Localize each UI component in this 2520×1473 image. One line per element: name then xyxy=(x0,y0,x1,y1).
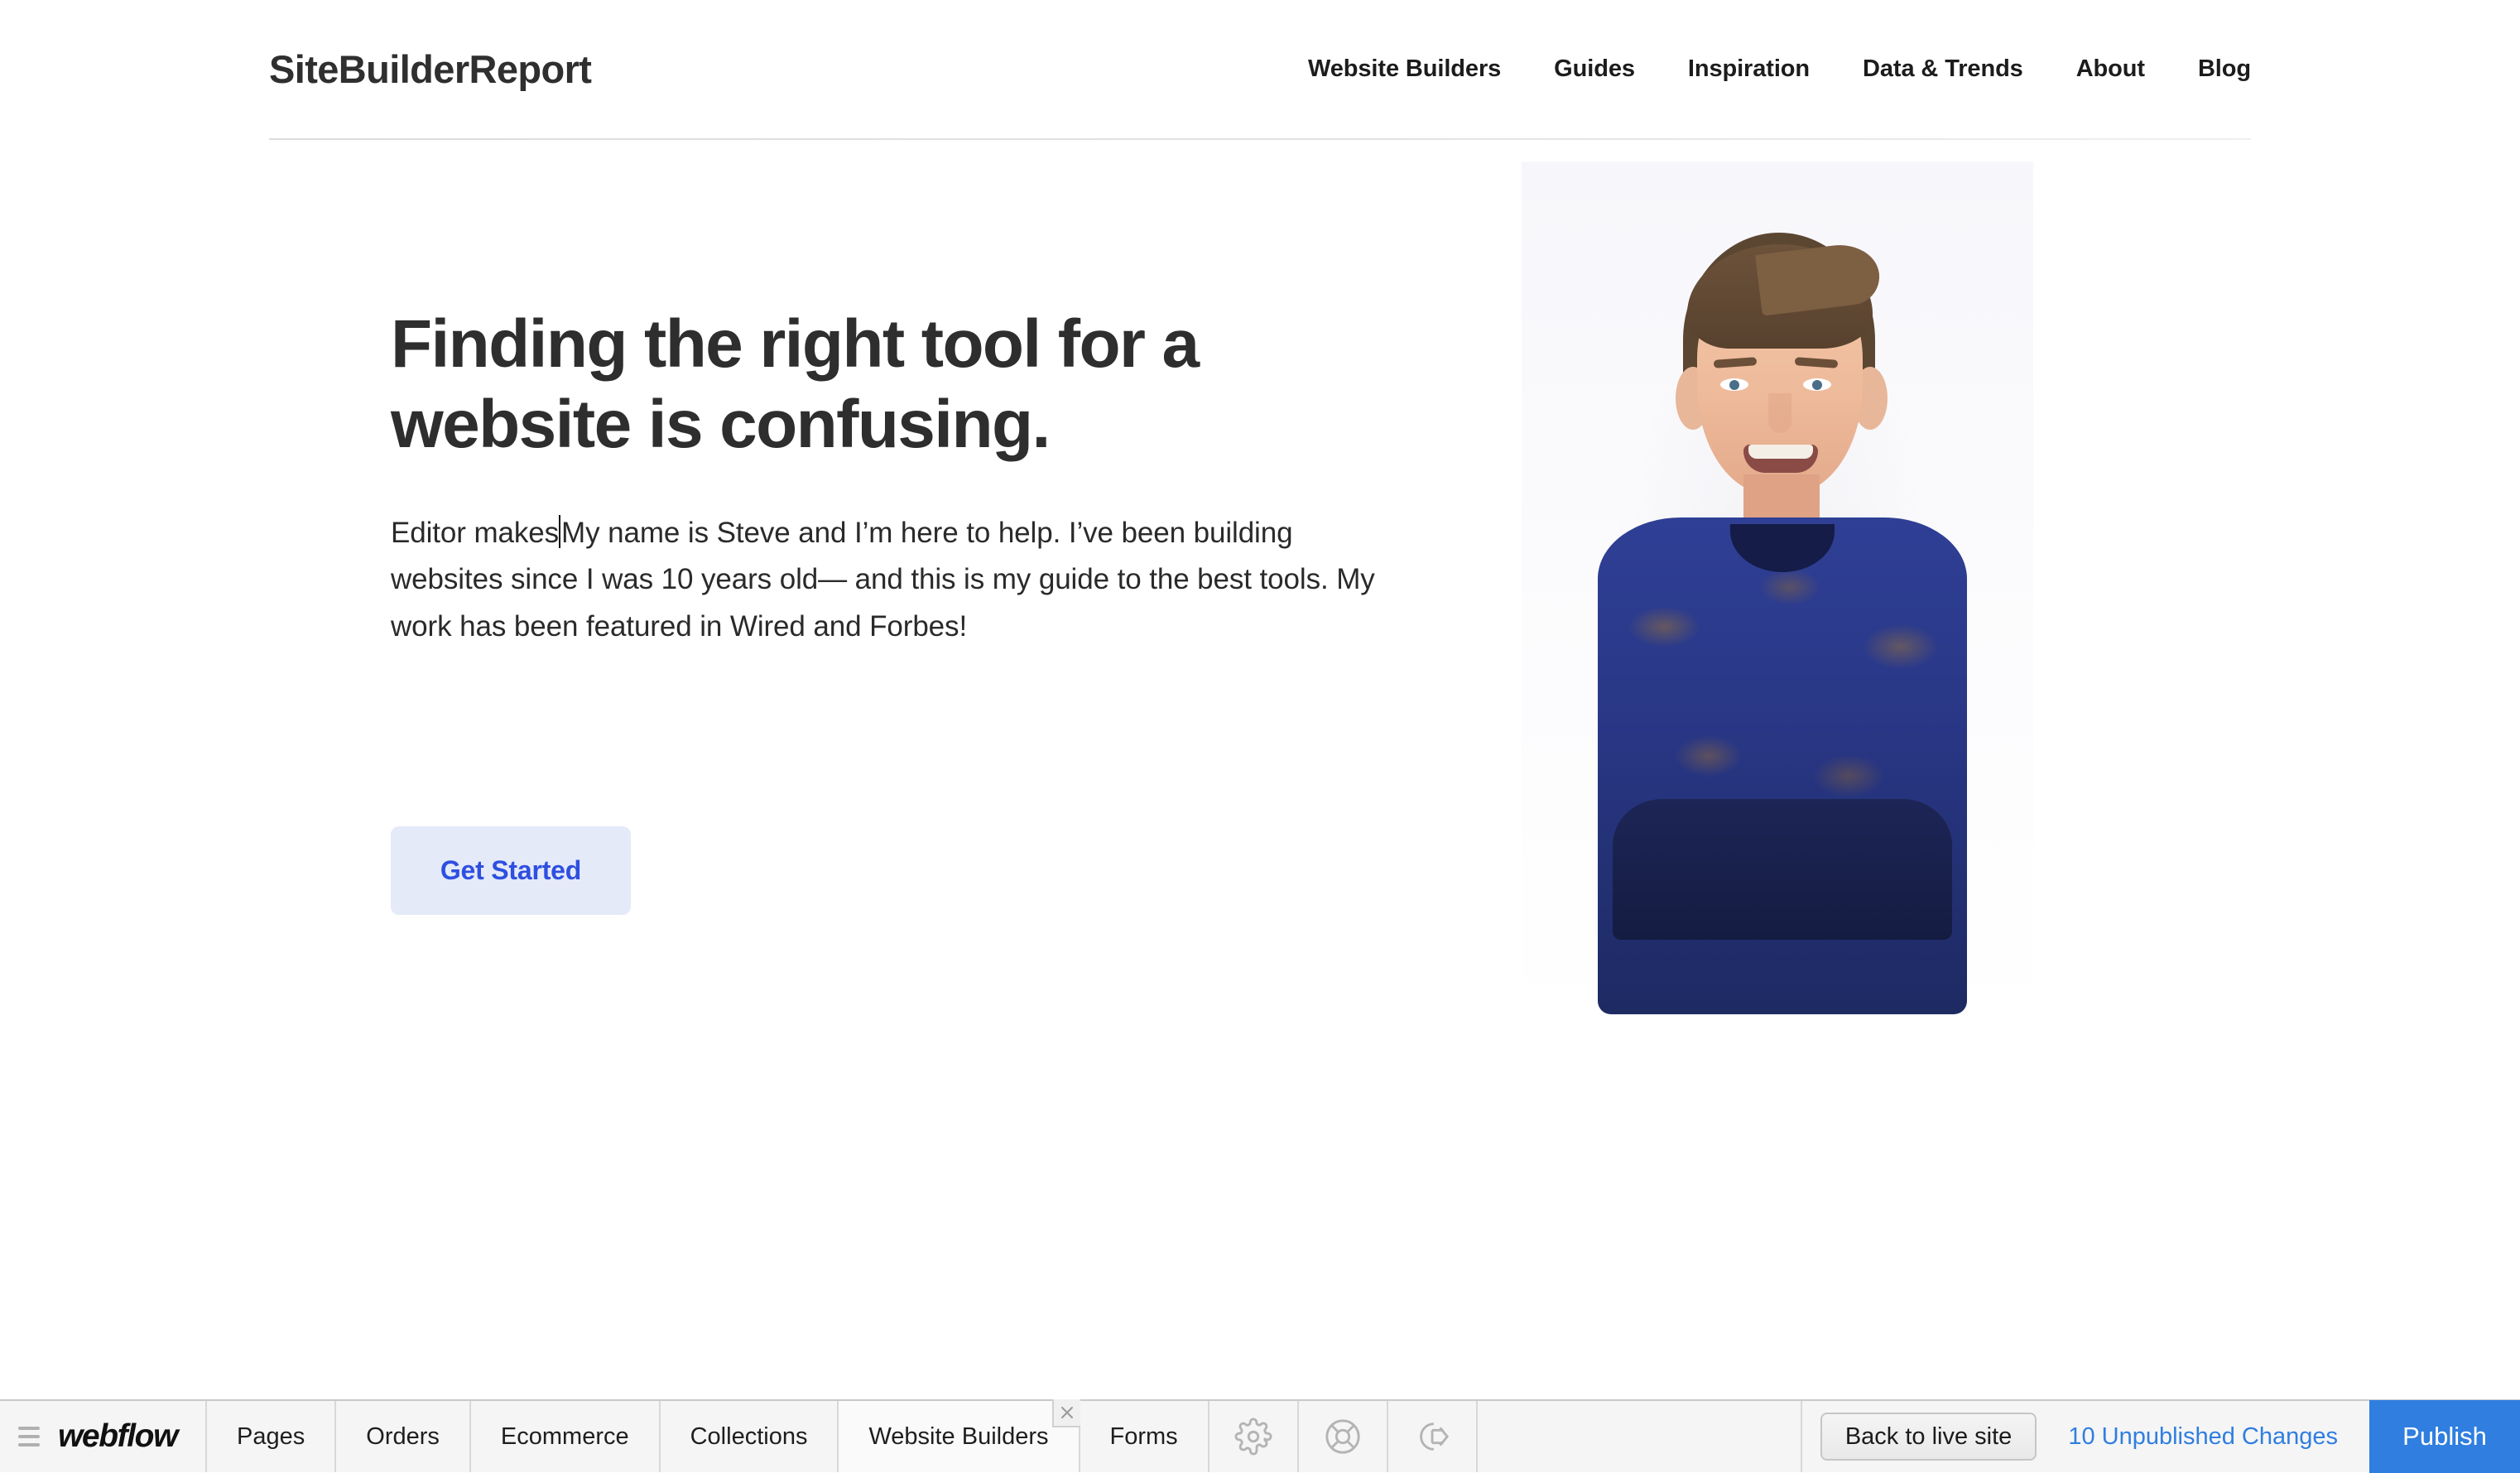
portrait-mouth xyxy=(1743,445,1818,473)
gear-icon xyxy=(1234,1418,1272,1456)
hero-heading: Finding the right tool for a website is … xyxy=(391,306,1200,462)
logout-icon xyxy=(1413,1418,1451,1456)
portrait-eye-right xyxy=(1803,378,1831,391)
unpublished-changes-link[interactable]: 10 Unpublished Changes xyxy=(2037,1423,2369,1451)
portrait-pupil-left xyxy=(1729,380,1739,390)
editor-tab-label: Website Builders xyxy=(868,1422,1049,1450)
webflow-brand-menu[interactable]: webflow xyxy=(0,1401,208,1472)
portrait-pupil-right xyxy=(1812,380,1822,390)
portrait-paisley-sweater xyxy=(1598,517,1967,1014)
editor-tab-website-builders[interactable]: Website Builders xyxy=(839,1399,1080,1472)
hero-text-block: Finding the right tool for a website is … xyxy=(391,305,1426,651)
site-navigation: Website Builders Guides Inspiration Data… xyxy=(1282,55,2251,83)
editor-tab-label: Forms xyxy=(1109,1422,1178,1450)
hero-paragraph[interactable]: Editor makesMy name is Steve and I’m her… xyxy=(391,510,1384,651)
get-started-button[interactable]: Get Started xyxy=(391,826,631,915)
nav-item-about[interactable]: About xyxy=(2050,55,2171,83)
webflow-editor-bar: webflow Pages Orders Ecommerce Collectio… xyxy=(0,1399,2520,1473)
editor-actions: Back to live site 10 Unpublished Changes… xyxy=(1802,1400,2520,1473)
nav-item-website-builders[interactable]: Website Builders xyxy=(1282,55,1527,83)
site-header-inner: SiteBuilderReport Website Builders Guide… xyxy=(269,0,2251,138)
publish-button[interactable]: Publish xyxy=(2369,1400,2520,1473)
editor-tab-collections[interactable]: Collections xyxy=(660,1401,839,1472)
portrait-eye-left xyxy=(1720,378,1748,391)
help-button[interactable] xyxy=(1299,1401,1388,1472)
editor-tab-pages[interactable]: Pages xyxy=(207,1401,337,1472)
back-to-live-site-button[interactable]: Back to live site xyxy=(1820,1413,2037,1461)
editor-tab-forms[interactable]: Forms xyxy=(1080,1401,1210,1472)
editor-tab-label: Pages xyxy=(237,1422,305,1450)
nav-item-inspiration[interactable]: Inspiration xyxy=(1662,55,1836,83)
editor-tab-label: Ecommerce xyxy=(500,1422,629,1450)
editor-tab-orders[interactable]: Orders xyxy=(336,1401,471,1472)
hero-paragraph-typed-text: Editor makes xyxy=(391,516,560,549)
editor-tab-label: Orders xyxy=(366,1422,440,1450)
lifebuoy-icon xyxy=(1324,1418,1362,1456)
portrait-teeth xyxy=(1748,445,1813,459)
editor-tab-ecommerce[interactable]: Ecommerce xyxy=(470,1401,661,1472)
portrait-crossed-arms xyxy=(1613,799,1952,940)
hero-section: Finding the right tool for a website is … xyxy=(0,139,2520,1399)
website-preview-canvas: SiteBuilderReport Website Builders Guide… xyxy=(0,0,2520,1399)
logout-button[interactable] xyxy=(1388,1401,1478,1472)
portrait-bottom-fade xyxy=(1522,1013,2033,1035)
nav-item-guides[interactable]: Guides xyxy=(1527,55,1662,83)
settings-button[interactable] xyxy=(1210,1401,1299,1472)
close-icon[interactable] xyxy=(1051,1399,1080,1427)
site-logo[interactable]: SiteBuilderReport xyxy=(269,46,592,92)
nav-item-data-and-trends[interactable]: Data & Trends xyxy=(1836,55,2050,83)
editor-tab-label: Collections xyxy=(690,1422,808,1450)
nav-item-blog[interactable]: Blog xyxy=(2171,55,2251,83)
hamburger-icon[interactable] xyxy=(18,1427,40,1447)
editor-bar-spacer xyxy=(1478,1401,1802,1472)
text-cursor-caret xyxy=(559,514,561,548)
portrait-nose xyxy=(1768,393,1791,433)
hero-portrait-photo xyxy=(1522,161,2033,1035)
site-header: SiteBuilderReport Website Builders Guide… xyxy=(0,0,2520,140)
webflow-wordmark: webflow xyxy=(58,1418,178,1454)
